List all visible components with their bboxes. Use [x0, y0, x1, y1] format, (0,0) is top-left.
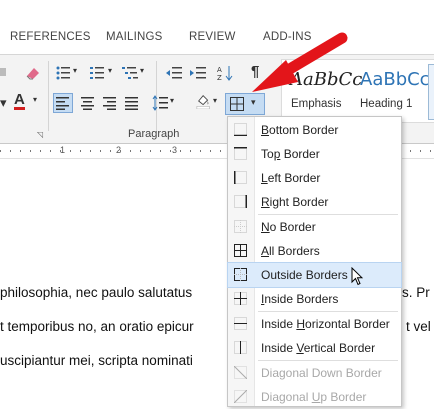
document-text-line: s. Pr	[402, 285, 430, 300]
separator	[48, 61, 49, 131]
align-left-button[interactable]	[53, 93, 73, 113]
menu-item-inside-vertical-border[interactable]: Inside Vertical Border	[228, 336, 401, 360]
red-arrow-annotation	[252, 32, 348, 92]
chevron-down-icon[interactable]: ▾	[108, 66, 112, 75]
font-color-icon[interactable]: A	[14, 92, 25, 110]
outside-borders-icon	[234, 268, 247, 281]
menu-item-label: Inside Horizontal Border	[261, 317, 390, 331]
menu-item-inside-horizontal-border[interactable]: Inside Horizontal Border	[228, 312, 401, 336]
eraser-icon[interactable]	[24, 65, 42, 81]
left-border-icon	[234, 171, 247, 184]
mouse-cursor-icon	[351, 267, 363, 286]
menu-item-no-border[interactable]: No Border	[228, 215, 401, 239]
chevron-down-icon[interactable]: ▾	[213, 96, 217, 105]
menu-item-label: Left Border	[261, 171, 321, 185]
menu-item-label: Right Border	[261, 195, 329, 209]
document-text-line: t vel	[406, 319, 431, 334]
ribbon-tabs: REFERENCES MAILINGS REVIEW ADD-INS	[0, 0, 434, 54]
ruler-number: 1	[60, 145, 66, 155]
inside-horizontal-border-icon	[234, 317, 247, 330]
chevron-down-icon[interactable]: ▾	[170, 96, 174, 105]
inside-vertical-border-icon	[234, 341, 247, 354]
chevron-down-icon[interactable]: ▾	[33, 95, 37, 104]
menu-item-label: Diagonal Up Border	[261, 390, 367, 404]
justify-icon[interactable]	[124, 97, 142, 113]
menu-item-left-border[interactable]: Left Border	[228, 166, 401, 190]
diagonal-up-border-icon	[234, 390, 247, 403]
clear-formatting-icon[interactable]	[0, 65, 18, 81]
style-next-preview[interactable]	[428, 64, 434, 120]
menu-item-right-border[interactable]: Right Border	[228, 190, 401, 214]
align-center-icon[interactable]	[80, 97, 98, 113]
right-border-icon	[234, 195, 247, 208]
menu-item-label: All Borders	[261, 244, 320, 258]
numbering-icon[interactable]	[90, 65, 108, 81]
svg-text:A: A	[217, 66, 222, 74]
menu-item-all-borders[interactable]: All Borders	[228, 239, 401, 263]
menu-item-outside-borders[interactable]: Outside Borders	[227, 262, 402, 288]
bottom-border-icon	[234, 123, 247, 136]
decrease-indent-icon[interactable]	[166, 65, 184, 81]
align-right-icon[interactable]	[102, 97, 120, 113]
menu-item-bottom-border[interactable]: Bottom Border	[228, 118, 401, 142]
ruler-number: 3	[172, 145, 178, 155]
menu-item-label: Outside Borders	[261, 268, 348, 282]
menu-item-label: Top Border	[261, 147, 320, 161]
menu-item-label: Bottom Border	[261, 123, 339, 137]
chevron-down-icon[interactable]: ▾	[0, 95, 7, 111]
style-heading-1-preview: AaBbCc	[360, 69, 430, 90]
inside-borders-icon	[234, 292, 247, 305]
menu-item-top-border[interactable]: Top Border	[228, 142, 401, 166]
menu-item-diagonal-down-border: Diagonal Down Border	[228, 361, 401, 385]
document-text-line: t temporibus no, an oratio epicur	[0, 319, 194, 334]
tab-references[interactable]: REFERENCES	[10, 31, 91, 43]
ruler-number: 2	[116, 145, 122, 155]
sort-icon[interactable]: A Z	[217, 65, 235, 81]
menu-item-label: Inside Vertical Border	[261, 341, 376, 355]
top-border-icon	[234, 147, 247, 160]
borders-dropdown-menu: Bottom Border Top Border Left Border Rig…	[227, 116, 402, 407]
menu-item-inside-borders[interactable]: Inside Borders	[228, 287, 401, 311]
all-borders-icon	[234, 244, 247, 257]
increase-indent-icon[interactable]	[190, 65, 208, 81]
tab-review[interactable]: REVIEW	[189, 31, 236, 43]
multilevel-list-icon[interactable]	[122, 65, 140, 81]
line-spacing-icon[interactable]	[152, 95, 170, 111]
group-label-paragraph: Paragraph	[128, 128, 180, 140]
diagonal-down-border-icon	[234, 366, 247, 379]
menu-item-label: No Border	[261, 220, 316, 234]
chevron-down-icon[interactable]: ▾	[140, 66, 144, 75]
bullets-icon[interactable]	[56, 65, 74, 81]
menu-item-label: Diagonal Down Border	[261, 366, 382, 380]
style-heading-1[interactable]: Heading 1	[360, 98, 412, 110]
dialog-launcher-icon[interactable]: ◹	[37, 130, 43, 139]
svg-text:Z: Z	[217, 74, 222, 81]
tab-mailings[interactable]: MAILINGS	[106, 31, 163, 43]
menu-item-diagonal-up-border: Diagonal Up Border	[228, 385, 401, 409]
align-left-icon	[56, 97, 69, 110]
document-text-line: uscipiantur mei, scripta nominati	[0, 353, 193, 368]
shading-icon[interactable]	[195, 93, 213, 109]
menu-item-label: Inside Borders	[261, 292, 339, 306]
chevron-down-icon[interactable]: ▾	[73, 66, 77, 75]
document-text-line: philosophia, nec paulo salutatus	[0, 285, 193, 300]
no-border-icon	[234, 220, 247, 233]
